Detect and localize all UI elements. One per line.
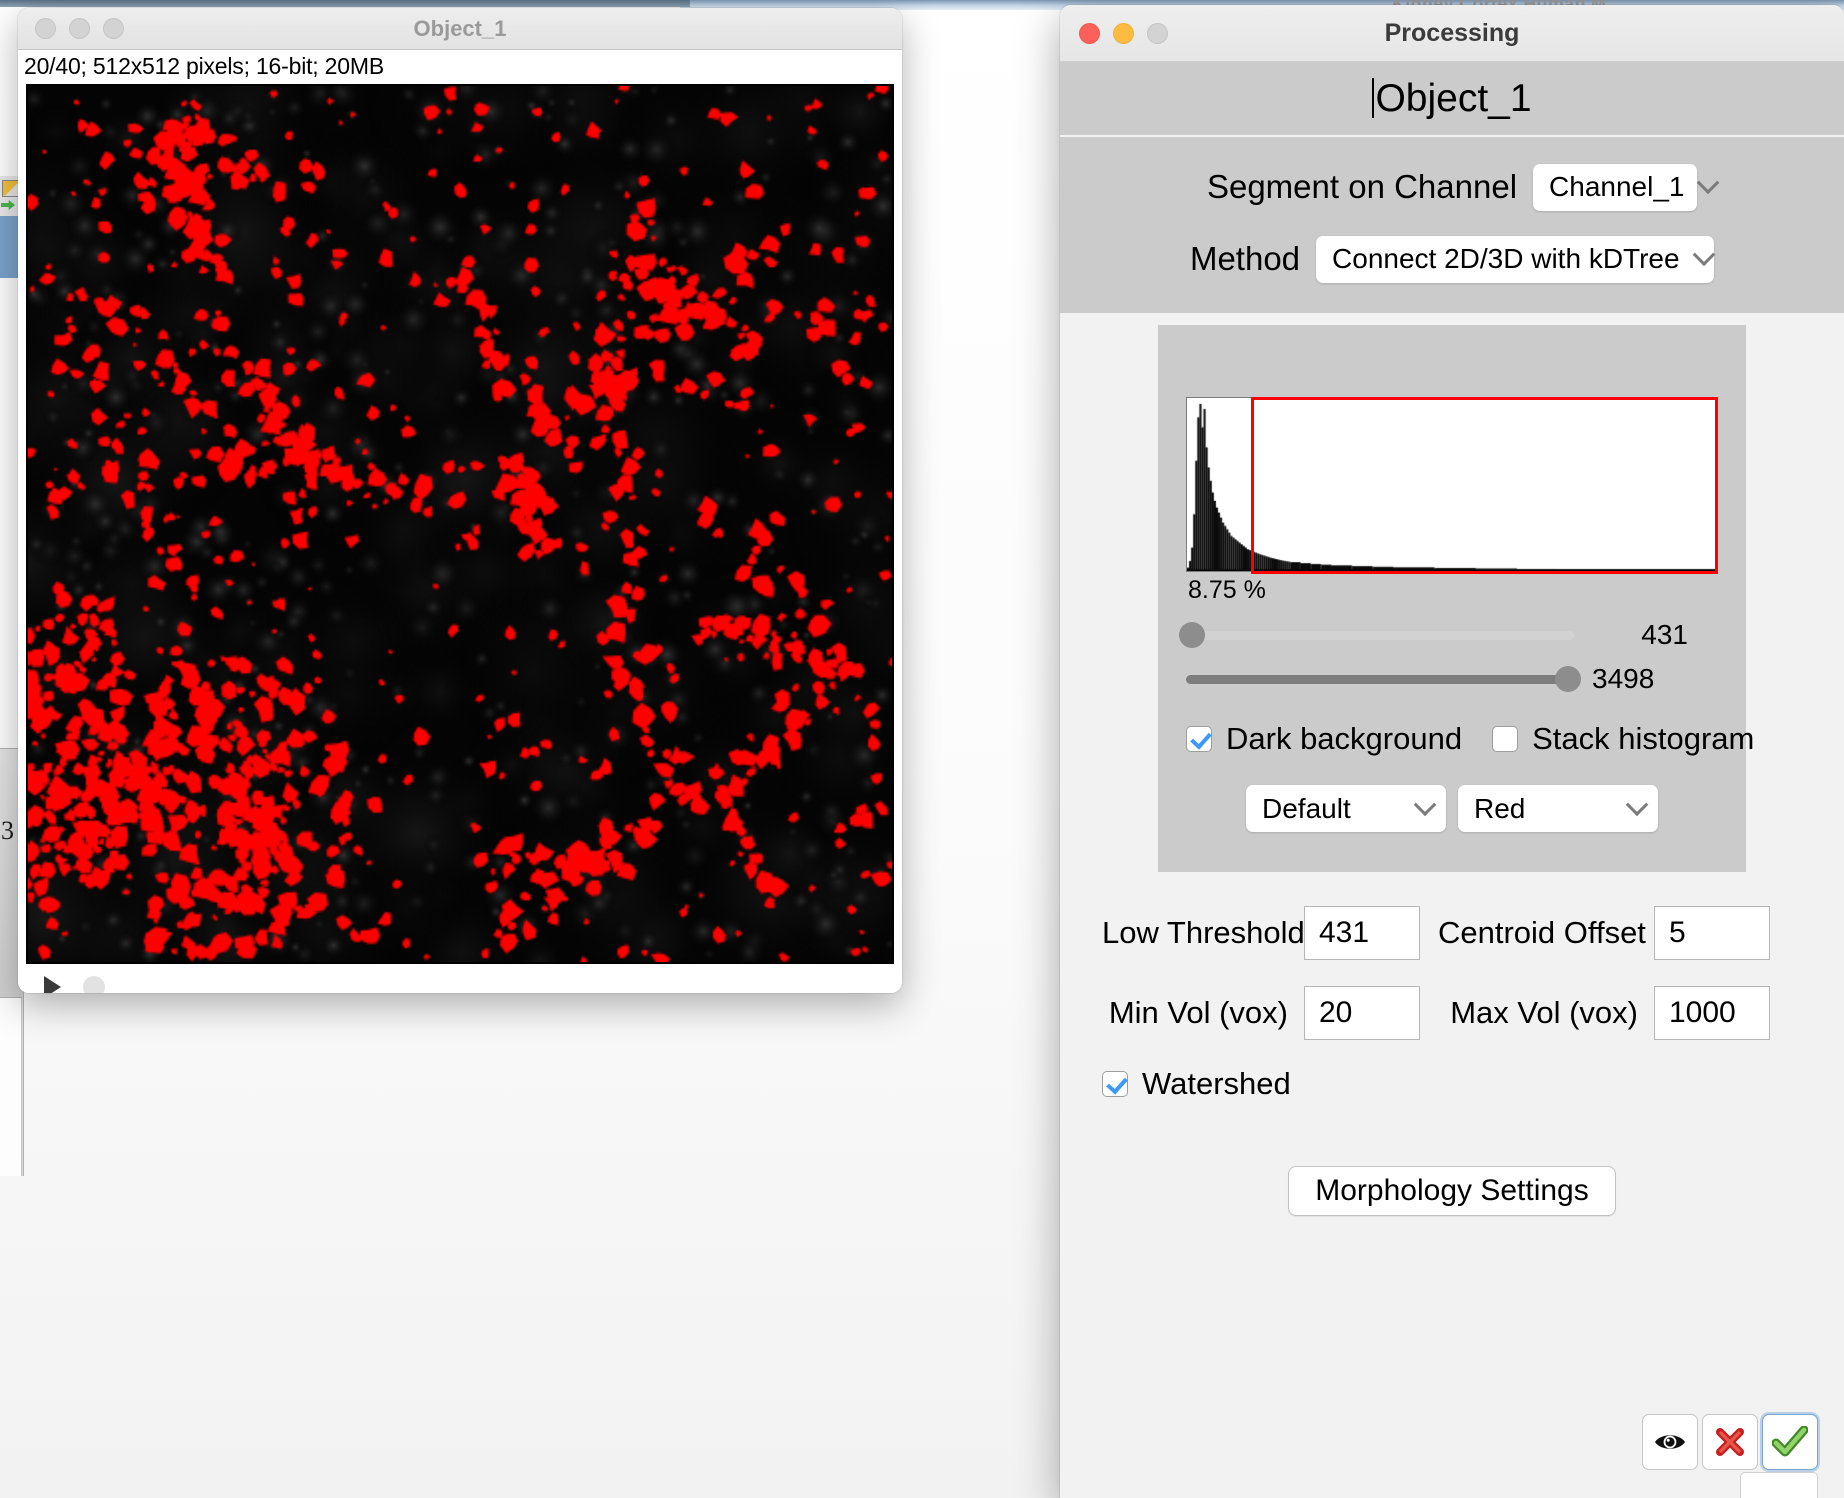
morphology-settings-row: Morphology Settings	[1060, 1166, 1844, 1216]
high-threshold-fill	[1186, 674, 1569, 684]
threshold-method-value: Default	[1262, 792, 1351, 824]
segment-channel-label: Segment on Channel	[1206, 168, 1518, 205]
method-label: Method	[1189, 240, 1301, 277]
object-name-field[interactable]: Object_1	[1060, 62, 1844, 137]
chevron-down-icon	[1413, 792, 1437, 816]
play-icon[interactable]	[44, 976, 61, 993]
background-window-strip-dark	[0, 0, 690, 7]
image-window-title: Object_1	[413, 15, 507, 41]
parameter-row-1: Low Threshold 431 Centroid Offset 5	[1102, 906, 1802, 960]
threshold-card: 8.75 % 431 3498 Dark background Stack hi…	[1158, 325, 1754, 872]
max-vol-input[interactable]: 1000	[1654, 986, 1770, 1040]
method-row: Method Connect 2D/3D with kDTree	[1060, 223, 1844, 295]
chevron-down-icon	[1625, 792, 1649, 816]
stack-histogram-option[interactable]: Stack histogram	[1492, 721, 1754, 757]
image-status-line: 20/40; 512x512 pixels; 16-bit; 20MB	[18, 50, 902, 84]
parameters-area: Low Threshold 431 Centroid Offset 5 Min …	[1060, 872, 1844, 1102]
method-select[interactable]: Connect 2D/3D with kDTree	[1316, 235, 1715, 283]
high-threshold-slider-value: 3498	[1592, 663, 1655, 694]
list-background-lower	[0, 998, 22, 1176]
desktop: Kidney Cortex Human M 3 Object_1 20/40; …	[0, 0, 1844, 1498]
high-threshold-handle[interactable]	[1555, 666, 1582, 692]
low-threshold-label: Low Threshold	[1102, 915, 1305, 950]
high-threshold-slider[interactable]	[1186, 666, 1582, 692]
low-threshold-slider-value: 431	[1641, 619, 1688, 650]
processing-window-title: Processing	[1384, 18, 1520, 47]
dark-background-label: Dark background	[1226, 721, 1463, 756]
low-threshold-slider-row: 431	[1178, 619, 1718, 651]
low-threshold-handle[interactable]	[1178, 622, 1205, 648]
chevron-down-icon	[1697, 171, 1720, 195]
stack-histogram-label: Stack histogram	[1532, 721, 1755, 756]
watershed-label: Watershed	[1142, 1066, 1291, 1101]
morphology-settings-button[interactable]: Morphology Settings	[1288, 1166, 1616, 1216]
max-vol-label: Max Vol (vox)	[1450, 995, 1638, 1030]
processing-titlebar[interactable]: Processing	[1060, 5, 1844, 62]
confirm-check-icon	[1772, 1426, 1808, 1457]
minimize-icon[interactable]	[1113, 22, 1134, 44]
minimize-icon[interactable]	[69, 18, 90, 39]
chevron-down-icon	[1692, 243, 1715, 267]
lut-color-select[interactable]: Red	[1458, 785, 1658, 832]
action-button-bar	[1642, 1414, 1818, 1470]
processing-traffic-lights[interactable]	[1079, 22, 1168, 44]
high-threshold-slider-row: 3498	[1186, 663, 1718, 695]
frame-slider-handle[interactable]	[83, 976, 105, 993]
watershed-checkbox[interactable]	[1102, 1071, 1128, 1097]
bottom-partial-control	[1740, 1472, 1818, 1498]
segment-channel-select[interactable]: Channel_1	[1533, 163, 1720, 211]
preview-eye-icon	[1655, 1435, 1685, 1449]
zoom-icon[interactable]	[1147, 22, 1168, 44]
object-name-text: Object_1	[1372, 77, 1532, 121]
dark-background-checkbox[interactable]	[1186, 726, 1212, 752]
min-vol-input[interactable]: 20	[1304, 986, 1420, 1040]
microscopy-image[interactable]	[26, 84, 894, 964]
left-window-number: 3	[1, 816, 14, 845]
image-thumbnail-icon	[2, 180, 19, 197]
threshold-percent: 8.75 %	[1188, 576, 1266, 604]
segment-channel-value: Channel_1	[1549, 171, 1685, 202]
image-window[interactable]: Object_1 20/40; 512x512 pixels; 16-bit; …	[18, 8, 902, 993]
histogram-plot[interactable]	[1186, 397, 1718, 574]
parameter-row-2: Min Vol (vox) 20 Max Vol (vox) 1000	[1102, 986, 1802, 1040]
image-window-traffic-lights[interactable]	[35, 18, 124, 39]
zoom-icon[interactable]	[103, 18, 124, 39]
cancel-x-icon	[1716, 1428, 1744, 1456]
min-vol-label: Min Vol (vox)	[1108, 995, 1288, 1030]
histogram-canvas	[1187, 398, 1715, 571]
cancel-button[interactable]	[1702, 1414, 1758, 1470]
preview-button[interactable]	[1642, 1414, 1698, 1470]
centroid-offset-label: Centroid Offset	[1438, 915, 1646, 950]
low-threshold-slider[interactable]	[1178, 622, 1574, 648]
low-threshold-input[interactable]: 431	[1304, 906, 1420, 960]
animation-bar[interactable]	[18, 964, 902, 993]
dark-background-option[interactable]: Dark background	[1186, 721, 1462, 757]
close-icon[interactable]	[35, 18, 56, 39]
image-window-titlebar[interactable]: Object_1	[18, 8, 902, 50]
confirm-button[interactable]	[1762, 1414, 1818, 1470]
close-icon[interactable]	[1079, 22, 1100, 44]
watershed-option[interactable]: Watershed	[1102, 1066, 1802, 1102]
green-arrow-icon	[1, 200, 15, 210]
lut-color-value: Red	[1474, 792, 1526, 824]
processing-window[interactable]: Processing Object_1 Segment on Channel C…	[1060, 5, 1844, 1498]
centroid-offset-input[interactable]: 5	[1654, 906, 1770, 960]
threshold-method-select[interactable]: Default	[1246, 785, 1446, 832]
threshold-card-inner: 8.75 % 431 3498 Dark background Stack hi…	[1158, 325, 1754, 872]
segmentation-controls: Segment on Channel Channel_1 Method Conn…	[1060, 137, 1844, 313]
segment-channel-row: Segment on Channel Channel_1	[1060, 151, 1844, 223]
microscopy-canvas[interactable]	[28, 86, 892, 962]
stack-histogram-checkbox[interactable]	[1492, 726, 1519, 752]
method-value: Connect 2D/3D with kDTree	[1332, 243, 1680, 274]
